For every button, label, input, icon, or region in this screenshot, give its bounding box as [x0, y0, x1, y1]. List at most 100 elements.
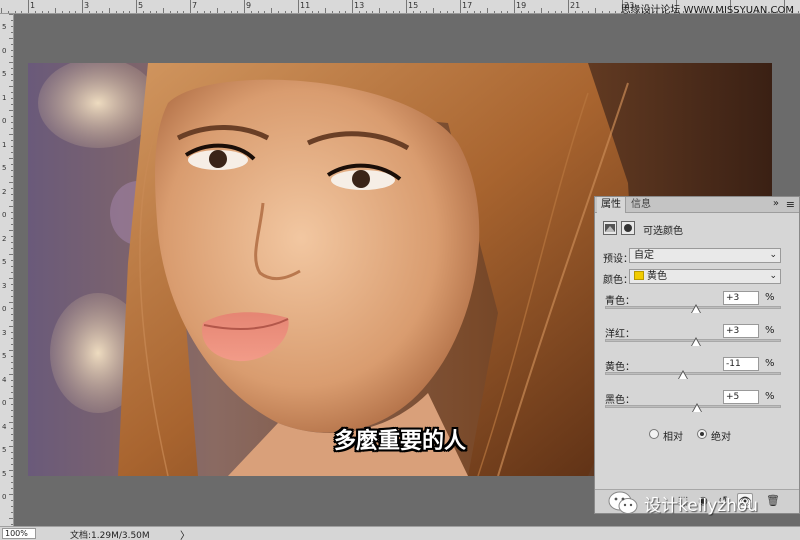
- status-menu-arrow-icon[interactable]: 〉: [180, 527, 190, 540]
- ruler-tick: [379, 8, 380, 13]
- ruler-tick: [581, 11, 583, 13]
- ruler-tick: [122, 11, 124, 13]
- ruler-tick: [412, 11, 414, 13]
- slider-thumb[interactable]: [679, 372, 688, 379]
- slider-thumb[interactable]: [691, 339, 700, 346]
- zoom-level-field[interactable]: 100%: [2, 528, 36, 539]
- ruler-label: 15: [408, 1, 419, 10]
- ruler-tick: [11, 392, 13, 393]
- ruler-tick: [75, 11, 77, 13]
- relative-label: 相对: [663, 432, 683, 443]
- ruler-label: 1: [30, 1, 36, 10]
- slider-value-input[interactable]: +5: [723, 390, 759, 404]
- slider-thumb[interactable]: [693, 405, 702, 412]
- ruler-tick: [11, 20, 13, 21]
- color-select[interactable]: 黄色 ⌄: [629, 269, 781, 284]
- ruler-tick: [109, 8, 110, 13]
- ruler-label: 1: [2, 140, 7, 149]
- ruler-tick: [433, 8, 434, 13]
- slider-label: 黄色：: [605, 362, 635, 373]
- ruler-tick: [169, 11, 171, 13]
- ruler-tick: [298, 0, 299, 13]
- ruler-tick: [9, 278, 13, 279]
- percent-sign: %: [765, 325, 775, 336]
- ruler-tick: [608, 11, 610, 13]
- ruler-tick: [446, 11, 448, 13]
- ruler-tick: [11, 116, 13, 117]
- ruler-tick: [11, 56, 13, 57]
- adjustment-layer-icon[interactable]: [603, 221, 617, 235]
- ruler-tick: [11, 524, 13, 525]
- preset-select[interactable]: 自定 ⌄: [629, 248, 781, 263]
- ruler-tick: [473, 11, 475, 13]
- ruler-tick: [11, 140, 13, 141]
- ruler-tick: [419, 11, 421, 13]
- ruler-tick: [176, 11, 178, 13]
- ruler-tick: [183, 11, 185, 13]
- ruler-tick: [595, 8, 596, 13]
- ruler-tick: [9, 494, 13, 495]
- slider-thumb[interactable]: [691, 306, 700, 313]
- ruler-tick: [129, 11, 131, 13]
- ruler-label: 5: [138, 1, 144, 10]
- layer-mask-icon[interactable]: [621, 221, 635, 235]
- slider-value-input[interactable]: -11: [723, 357, 759, 371]
- radio-relative[interactable]: [649, 429, 659, 439]
- ruler-tick: [9, 350, 13, 351]
- ruler-tick: [11, 80, 13, 81]
- slider-value-input[interactable]: +3: [723, 324, 759, 338]
- ruler-tick: [520, 11, 522, 13]
- ruler-tick: [11, 482, 13, 483]
- ruler-tick: [88, 11, 90, 13]
- ruler-label: 0: [2, 117, 7, 125]
- ruler-tick: [615, 11, 617, 13]
- ruler-tick: [534, 11, 536, 13]
- ruler-tick: [11, 98, 13, 99]
- ruler-tick: [487, 8, 488, 13]
- ruler-tick: [11, 26, 13, 27]
- ruler-label: 5: [2, 70, 7, 78]
- ruler-tick: [11, 104, 13, 105]
- panel-menu-icon[interactable]: ≡: [786, 198, 795, 211]
- preset-value: 自定: [634, 250, 654, 261]
- slider-track[interactable]: [605, 372, 781, 375]
- ruler-tick: [21, 11, 23, 13]
- vertical-ruler[interactable]: 505101520253035404550: [0, 14, 14, 526]
- ruler-tick: [82, 0, 83, 13]
- ruler-tick: [237, 11, 239, 13]
- percent-sign: %: [765, 391, 775, 402]
- ruler-tick: [61, 11, 63, 13]
- ruler-label: 2: [2, 234, 7, 243]
- ruler-tick: [11, 68, 13, 69]
- ruler-label: 9: [246, 1, 252, 10]
- ruler-tick: [11, 50, 13, 51]
- wechat-icon: [608, 491, 638, 514]
- collapse-panel-icon[interactable]: »: [773, 198, 779, 209]
- ruler-tick: [601, 11, 603, 13]
- ruler-label: 0: [2, 46, 7, 55]
- ruler-label: 21: [570, 1, 581, 10]
- ruler-tick: [11, 476, 13, 477]
- radio-absolute[interactable]: [697, 429, 707, 439]
- tab-info[interactable]: 信息: [627, 197, 655, 213]
- ruler-tick: [257, 11, 259, 13]
- ruler-tick: [196, 11, 198, 13]
- adjustment-title: 可选颜色: [643, 226, 683, 237]
- ruler-label: 11: [300, 1, 311, 10]
- ruler-tick: [9, 38, 13, 39]
- ruler-label: 5: [2, 469, 7, 478]
- ruler-tick: [115, 11, 117, 13]
- color-value: 黄色: [647, 271, 667, 282]
- ruler-label: 4: [2, 422, 7, 431]
- ruler-label: 4: [2, 375, 7, 384]
- ruler-tick: [372, 11, 374, 13]
- status-bar: 100% 文档:1.29M/3.50M 〉: [0, 526, 800, 540]
- tab-properties[interactable]: 属性: [597, 197, 626, 213]
- ruler-tick: [9, 182, 13, 183]
- ruler-tick: [41, 11, 43, 13]
- ruler-label: 2: [2, 187, 7, 196]
- properties-panel[interactable]: 属性 信息 » ≡ 可选颜色 预设： 自定 ⌄ 颜色： 黄色 ⌄ 相对 绝对 ⬚…: [594, 196, 800, 514]
- slider-value-input[interactable]: +3: [723, 291, 759, 305]
- ruler-tick: [11, 284, 13, 285]
- ruler-tick: [9, 470, 13, 471]
